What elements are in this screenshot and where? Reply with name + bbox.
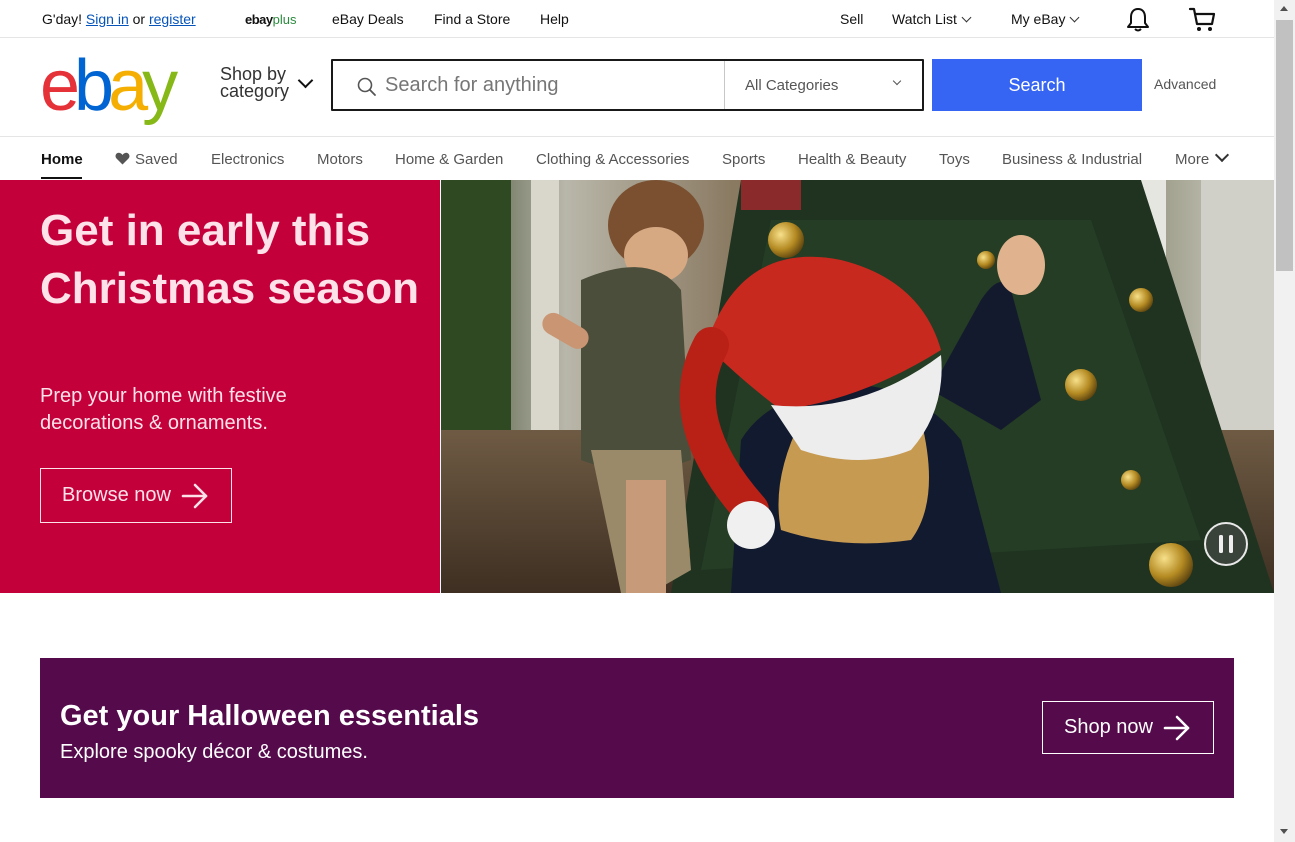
heart-icon bbox=[115, 152, 130, 165]
cart-icon[interactable] bbox=[1188, 6, 1216, 37]
pause-carousel-button[interactable] bbox=[1204, 522, 1248, 566]
nav-item-home[interactable]: Home bbox=[41, 151, 83, 168]
hero-subtitle: Prep your home with festive decorations … bbox=[40, 385, 287, 434]
arrow-right-icon bbox=[181, 483, 208, 509]
nav-item-toys[interactable]: Toys bbox=[939, 151, 970, 168]
nav-item-motors[interactable]: Motors bbox=[317, 151, 363, 168]
hero-title: Get in early this Christmas season bbox=[40, 206, 420, 313]
category-select-value: All Categories bbox=[745, 77, 839, 94]
hero-image[interactable] bbox=[441, 180, 1274, 593]
watch-list-menu[interactable]: Watch List bbox=[892, 11, 972, 27]
advanced-search-link[interactable]: Advanced bbox=[1154, 76, 1216, 92]
chevron-down-icon bbox=[892, 76, 902, 86]
chevron-down-icon[interactable] bbox=[297, 72, 314, 89]
sign-in-link[interactable]: Sign in bbox=[86, 11, 129, 27]
hero-banner-panel: Get in early this Christmas season Prep … bbox=[0, 180, 440, 593]
search-bar: All Categories bbox=[331, 59, 924, 111]
ebay-deals-link[interactable]: eBay Deals bbox=[332, 11, 404, 27]
shop-by-category-button[interactable]: Shop by category bbox=[220, 65, 290, 101]
chevron-down-icon bbox=[1070, 12, 1080, 23]
category-label: category bbox=[220, 81, 290, 101]
or-text: or bbox=[132, 11, 146, 27]
active-tab-indicator bbox=[41, 177, 82, 179]
scrollbar-thumb[interactable] bbox=[1276, 20, 1293, 271]
nav-item-saved-label: Saved bbox=[135, 151, 178, 168]
top-utility-bar: G'day! Sign in or register ebayplus eBay… bbox=[0, 0, 1274, 38]
page-scrollbar[interactable] bbox=[1274, 0, 1295, 842]
nav-item-more[interactable]: More bbox=[1175, 147, 1230, 168]
category-select[interactable]: All Categories bbox=[724, 61, 922, 109]
pause-icon bbox=[1219, 535, 1233, 553]
my-ebay-label: My eBay bbox=[1011, 11, 1066, 27]
chevron-down-icon bbox=[961, 12, 972, 23]
search-icon bbox=[357, 77, 377, 102]
category-nav: Home Saved Electronics Motors Home & Gar… bbox=[0, 136, 1274, 180]
scroll-down-arrow-icon[interactable] bbox=[1280, 829, 1288, 834]
ebay-logo[interactable]: ebay bbox=[40, 46, 178, 126]
nav-item-sports[interactable]: Sports bbox=[722, 151, 765, 168]
arrow-right-icon bbox=[1163, 715, 1190, 741]
nav-item-electronics[interactable]: Electronics bbox=[211, 151, 284, 168]
logo-letter-b: b bbox=[74, 46, 114, 126]
sell-link[interactable]: Sell bbox=[840, 11, 863, 27]
ebay-plus-ebay: ebay bbox=[245, 12, 273, 27]
christmas-children-photo bbox=[441, 180, 1274, 593]
register-link[interactable]: register bbox=[149, 11, 196, 27]
ebay-plus-plus: plus bbox=[272, 12, 297, 27]
nav-item-home-garden[interactable]: Home & Garden bbox=[395, 151, 503, 168]
chevron-down-icon bbox=[1215, 147, 1230, 163]
nav-item-health-beauty[interactable]: Health & Beauty bbox=[798, 151, 906, 168]
nav-item-more-label: More bbox=[1175, 151, 1210, 168]
browse-now-label: Browse now bbox=[62, 484, 171, 506]
find-a-store-link[interactable]: Find a Store bbox=[434, 11, 510, 27]
my-ebay-menu[interactable]: My eBay bbox=[1011, 11, 1080, 27]
logo-letter-a: a bbox=[108, 46, 148, 126]
browse-now-button[interactable]: Browse now bbox=[40, 468, 232, 523]
logo-letter-y: y bbox=[142, 46, 178, 126]
promo-title: Get your Halloween essentials bbox=[60, 700, 480, 732]
ebay-plus-link[interactable]: ebayplus bbox=[245, 12, 297, 27]
promo-subtitle: Explore spooky décor & costumes. bbox=[60, 741, 368, 763]
nav-item-clothing-accessories[interactable]: Clothing & Accessories bbox=[536, 151, 689, 168]
shop-now-button[interactable]: Shop now bbox=[1042, 701, 1214, 754]
halloween-promo-banner: Get your Halloween essentials Explore sp… bbox=[40, 658, 1234, 798]
search-button[interactable]: Search bbox=[932, 59, 1142, 111]
greeting: G'day! Sign in or register bbox=[42, 11, 196, 27]
logo-letter-e: e bbox=[40, 46, 80, 126]
nav-item-saved[interactable]: Saved bbox=[115, 151, 178, 168]
help-link[interactable]: Help bbox=[540, 11, 569, 27]
watch-list-label: Watch List bbox=[892, 11, 957, 27]
search-input[interactable] bbox=[385, 69, 715, 101]
greeting-text: G'day! bbox=[42, 11, 83, 27]
nav-item-business-industrial[interactable]: Business & Industrial bbox=[1002, 151, 1142, 168]
scroll-up-arrow-icon[interactable] bbox=[1280, 6, 1288, 11]
shop-now-label: Shop now bbox=[1064, 716, 1153, 738]
bell-icon[interactable] bbox=[1126, 7, 1150, 36]
